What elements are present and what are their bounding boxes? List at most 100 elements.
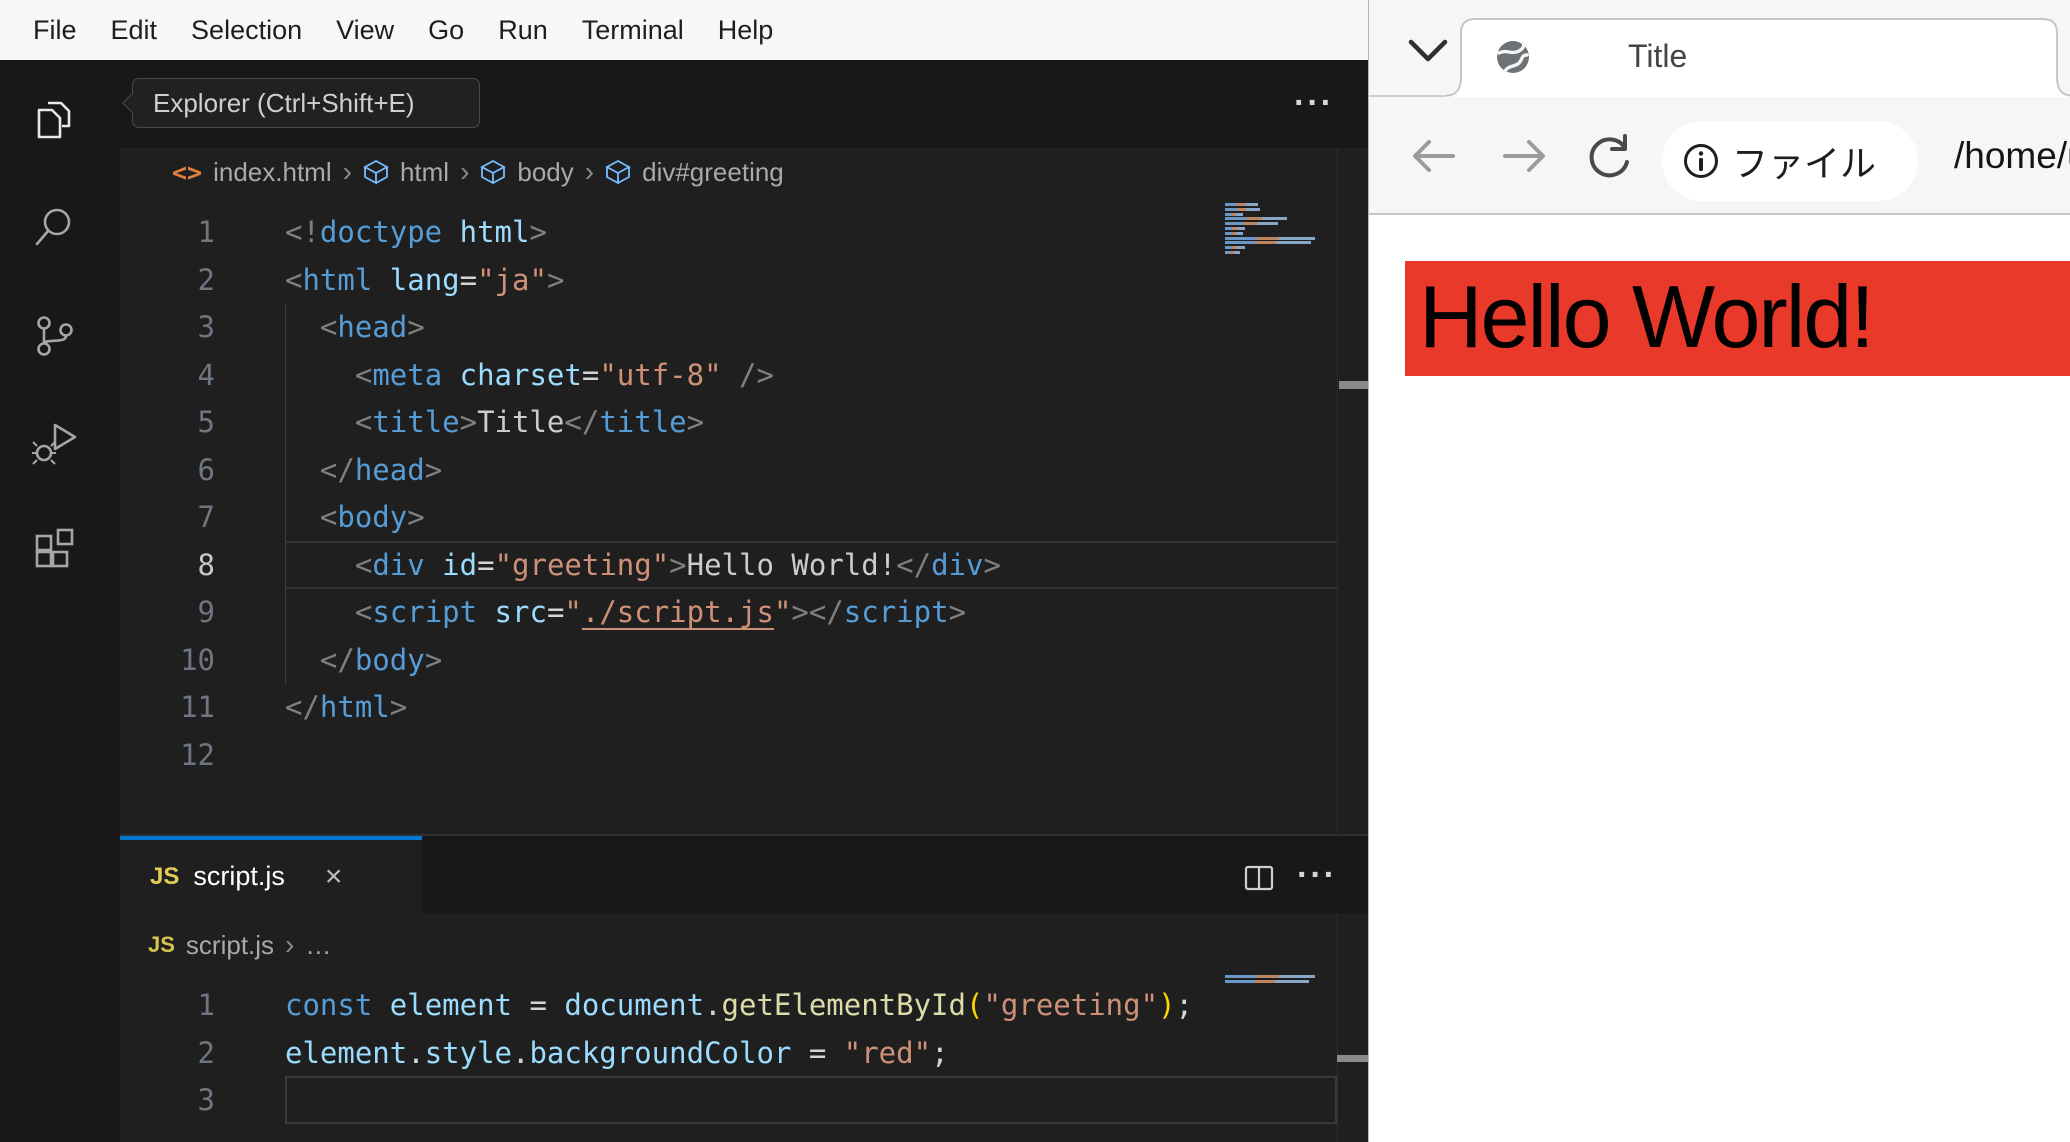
- symbol-cube-icon: [605, 159, 631, 185]
- explorer-tooltip: Explorer (Ctrl+Shift+E): [122, 78, 480, 128]
- minimap-line: [1225, 975, 1315, 978]
- code-line[interactable]: 1 <!doctype html>: [0, 208, 1368, 256]
- breadcrumb-div-greeting[interactable]: div#greeting: [642, 157, 784, 188]
- editor-tab-strip-js: JS script.js ×: [120, 836, 1368, 913]
- menu-file[interactable]: File: [16, 0, 94, 60]
- minimap-line: [1225, 222, 1278, 226]
- minimap-line: [1225, 217, 1287, 221]
- breadcrumb-html[interactable]: html: [400, 157, 449, 188]
- chevron-right-icon: ›: [342, 156, 352, 187]
- code-icon: <>: [172, 157, 203, 187]
- scrollbar-border: [1337, 913, 1338, 1142]
- minimap-line: [1225, 246, 1245, 250]
- line-number: 6: [197, 452, 215, 487]
- line-number: 1: [197, 215, 215, 249]
- browser-tab-strip: Title ×: [1369, 0, 2070, 97]
- menu-edit[interactable]: Edit: [94, 0, 175, 60]
- symbol-cube-icon: [480, 159, 507, 185]
- menu-help[interactable]: Help: [701, 0, 791, 60]
- info-icon: [1682, 142, 1720, 180]
- code-line[interactable]: 3 <head>: [0, 303, 1368, 351]
- current-line-highlight: [285, 1076, 1337, 1124]
- minimap-line: [1225, 236, 1315, 240]
- line-number: 3: [197, 310, 215, 344]
- menu-terminal[interactable]: Terminal: [565, 0, 701, 60]
- file-scheme-chip[interactable]: ファイル: [1662, 121, 1918, 201]
- code-line[interactable]: 11 </html>: [0, 683, 1368, 731]
- code-line[interactable]: 4 <meta charset="utf-8" />: [0, 351, 1368, 399]
- address-bar-url[interactable]: /home/u: [1954, 97, 2070, 215]
- browser-tab-title: Title: [1628, 38, 1688, 74]
- minimap-line: [1225, 207, 1261, 211]
- line-number: 8: [197, 547, 215, 582]
- minimap-line: [1225, 241, 1311, 245]
- editor-actions-more-icon[interactable]: ···: [1294, 84, 1334, 123]
- overview-cursor-mark: [1337, 1055, 1368, 1062]
- code-line[interactable]: 5 <title>Title</title>: [0, 398, 1368, 446]
- code-line[interactable]: 1 const element = document.getElementById…: [0, 981, 1368, 1029]
- code-line[interactable]: 9 <script src="./script.js"></script>: [0, 588, 1368, 636]
- minimap-line: [1225, 251, 1241, 254]
- browser-viewport: Hello World!: [1369, 217, 2070, 1142]
- close-tab-icon[interactable]: ×: [325, 860, 343, 894]
- browser-window: Title ×: [1368, 0, 2070, 1142]
- menu-run[interactable]: Run: [481, 0, 565, 60]
- breadcrumb: <> index.html › html › body › div#greeti…: [172, 155, 784, 189]
- line-number: 11: [180, 690, 215, 724]
- tab-search-chevron-icon[interactable]: [1405, 34, 1451, 66]
- forward-icon[interactable]: [1499, 130, 1551, 182]
- minimap-line: [1225, 231, 1243, 235]
- line-number: 5: [197, 405, 215, 439]
- code-line[interactable]: 10 </body>: [0, 636, 1368, 684]
- line-number: 4: [197, 357, 215, 392]
- back-icon[interactable]: [1407, 130, 1459, 182]
- chevron-right-icon: ›: [584, 156, 595, 187]
- breadcrumb-js: JS script.js › …: [148, 928, 331, 962]
- hello-world-text: Hello World!: [1419, 267, 1875, 366]
- code-line[interactable]: 8 <div id="greeting">Hello World!</div>: [0, 540, 1368, 589]
- vscode-window: File Edit Selection View Go Run Terminal…: [0, 0, 1368, 1142]
- line-number: 9: [197, 595, 215, 629]
- split-editor-icon[interactable]: [1243, 862, 1275, 894]
- line-number: 12: [180, 737, 215, 772]
- chevron-right-icon: ›: [285, 929, 295, 960]
- overview-cursor-mark: [1339, 381, 1368, 389]
- line-number: 1: [197, 988, 215, 1022]
- chip-label: ファイル: [1732, 143, 1877, 184]
- browser-tab[interactable]: Title ×: [1446, 16, 2070, 97]
- line-number: 3: [197, 1083, 215, 1117]
- code-line[interactable]: 12: [0, 731, 1368, 779]
- reload-icon[interactable]: [1585, 132, 1633, 180]
- indent-guide: [285, 304, 286, 684]
- tooltip-text: Explorer (Ctrl+Shift+E): [153, 87, 415, 118]
- breadcrumb-file[interactable]: script.js: [186, 930, 274, 961]
- panel-actions-more-icon[interactable]: ···: [1297, 856, 1337, 895]
- line-number: 2: [197, 1035, 215, 1070]
- breadcrumb-body[interactable]: body: [517, 157, 573, 188]
- menu-go[interactable]: Go: [411, 0, 481, 60]
- tab-script-js[interactable]: JS script.js ×: [120, 836, 422, 913]
- line-number: 2: [197, 262, 215, 297]
- tab-label: script.js: [193, 861, 285, 891]
- explorer-icon[interactable]: [30, 94, 78, 142]
- line-number: 7: [197, 500, 215, 534]
- line-number: 10: [180, 642, 215, 677]
- menu-selection[interactable]: Selection: [174, 0, 319, 60]
- chevron-right-icon: ›: [460, 156, 470, 187]
- code-line[interactable]: 6 </head>: [0, 446, 1368, 494]
- code-line[interactable]: 3: [0, 1076, 1368, 1124]
- code-line[interactable]: 2 <html lang="ja">: [0, 256, 1368, 304]
- minimap-line: [1225, 212, 1243, 216]
- code-line[interactable]: 2 element.style.backgroundColor = "red";: [0, 1029, 1368, 1077]
- globe-favicon: [1495, 39, 1531, 75]
- browser-toolbar: ファイル /home/u: [1369, 97, 2070, 215]
- menu-view[interactable]: View: [319, 0, 411, 60]
- scrollbar-border: [1337, 148, 1338, 834]
- js-file-icon: JS: [148, 932, 175, 957]
- minimap-line: [1225, 203, 1258, 206]
- breadcrumb-more[interactable]: …: [305, 930, 331, 961]
- minimap-line: [1225, 227, 1245, 230]
- menu-bar: File Edit Selection View Go Run Terminal…: [0, 0, 1368, 60]
- code-line[interactable]: 7 <body>: [0, 493, 1368, 541]
- breadcrumb-file[interactable]: index.html: [213, 157, 332, 188]
